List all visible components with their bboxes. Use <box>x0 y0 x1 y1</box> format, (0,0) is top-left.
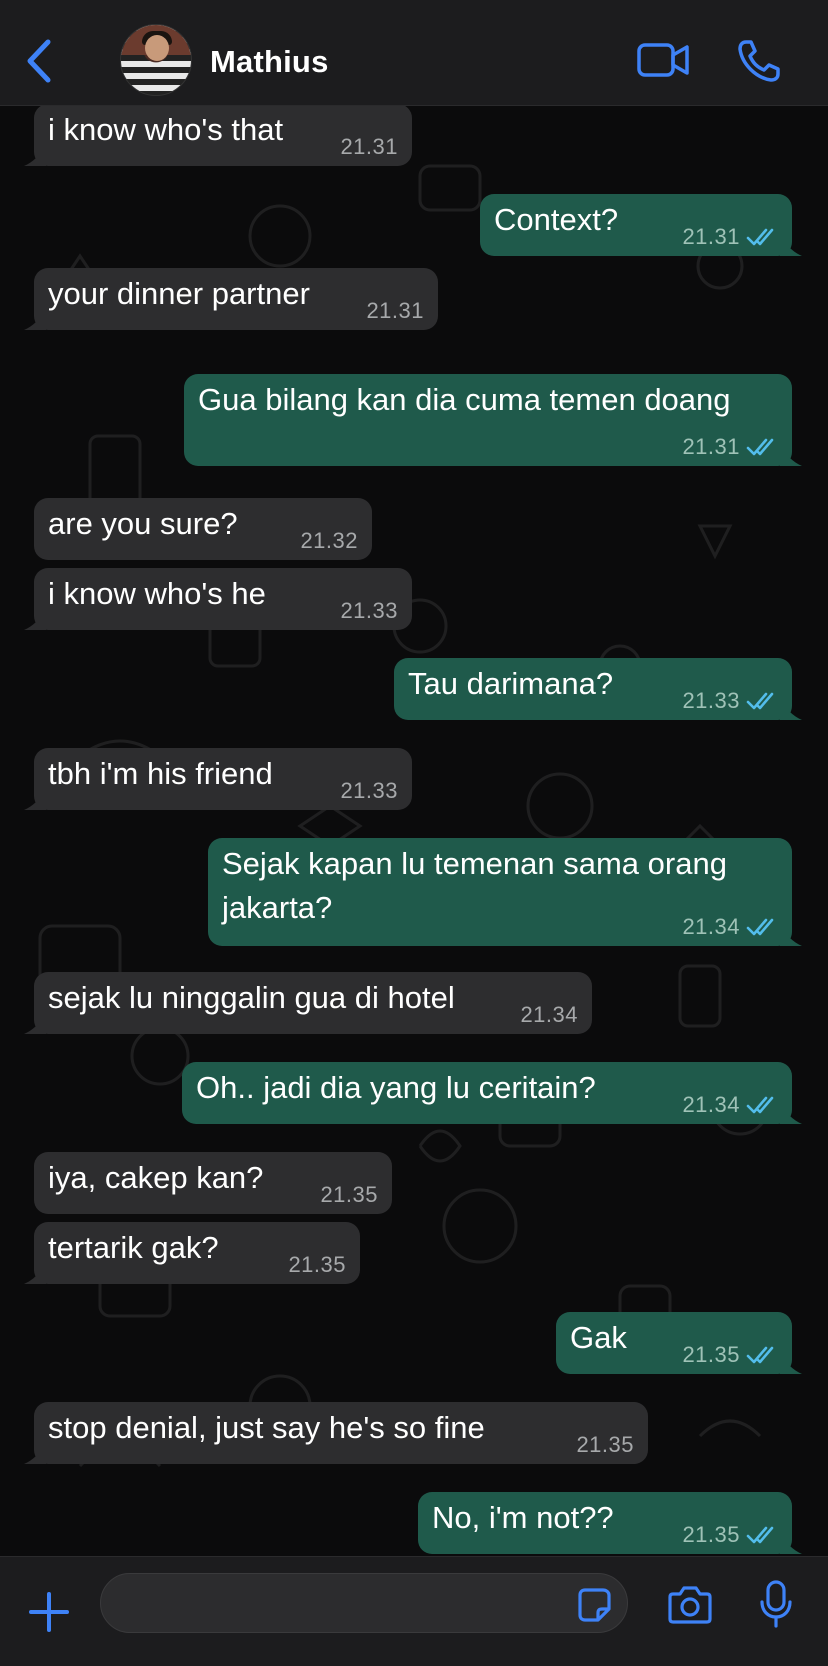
incoming-message-bubble[interactable]: stop denial, just say he's so fine 21.35 <box>24 1402 648 1464</box>
message-meta: 21.32 <box>300 528 358 554</box>
camera-icon[interactable] <box>666 1585 714 1625</box>
bubble-tail <box>24 1262 46 1284</box>
message-meta: 21.33 <box>340 598 398 624</box>
message-meta: 21.35 <box>288 1252 346 1278</box>
bubble-tail <box>780 234 802 256</box>
bubble-tail <box>24 788 46 810</box>
message-time: 21.33 <box>340 598 398 623</box>
video-camera-icon[interactable] <box>636 40 690 80</box>
sticker-icon[interactable] <box>574 1585 614 1625</box>
chat-area[interactable]: i know who's that 21.31 Context? 21.31 your … <box>0 106 828 1556</box>
bubble-tail <box>780 698 802 720</box>
outgoing-message-bubble[interactable]: Context? 21.31 <box>480 194 802 256</box>
bubble-tail <box>24 308 46 330</box>
bubble-tail <box>780 1102 802 1124</box>
double-check-icon <box>746 692 774 710</box>
message-time: 21.31 <box>682 434 740 459</box>
message-meta: 21.31 <box>682 224 778 250</box>
message-text: Gua bilang kan dia cuma temen doang <box>198 382 731 417</box>
message-meta: 21.34 <box>682 914 778 940</box>
incoming-message-bubble[interactable]: sejak lu ninggalin gua di hotel 21.34 <box>24 972 592 1034</box>
message-time: 21.31 <box>340 134 398 159</box>
message-meta: 21.34 <box>682 1092 778 1118</box>
message-time: 21.31 <box>366 298 424 323</box>
message-time: 21.33 <box>682 688 740 713</box>
message-time: 21.32 <box>300 528 358 553</box>
message-time: 21.35 <box>682 1522 740 1547</box>
avatar[interactable] <box>120 24 192 96</box>
incoming-message-bubble[interactable]: i know who's he 21.33 <box>24 568 412 630</box>
message-input[interactable] <box>100 1573 628 1633</box>
outgoing-message-bubble[interactable]: Gua bilang kan dia cuma temen doang 21.31 <box>184 374 802 466</box>
bubble-tail <box>780 1352 802 1374</box>
bubble-tail <box>780 444 802 466</box>
microphone-icon[interactable] <box>758 1579 794 1629</box>
incoming-message-bubble[interactable]: your dinner partner 21.31 <box>24 268 438 330</box>
bubble-tail <box>24 1012 46 1034</box>
message-meta: 21.33 <box>682 688 778 714</box>
message-text: stop denial, just say he's so fine <box>48 1410 485 1445</box>
incoming-message-bubble[interactable]: iya, cakep kan? 21.35 <box>34 1152 392 1214</box>
bubble-tail <box>24 1442 46 1464</box>
double-check-icon <box>746 438 774 456</box>
contact-name[interactable]: Mathius <box>210 44 329 80</box>
outgoing-message-bubble[interactable]: No, i'm not?? 21.35 <box>418 1492 802 1554</box>
message-meta: 21.35 <box>682 1522 778 1548</box>
outgoing-message-bubble[interactable]: Oh.. jadi dia yang lu ceritain? 21.34 <box>182 1062 802 1124</box>
message-meta: 21.34 <box>520 1002 578 1028</box>
plus-icon[interactable] <box>28 1591 70 1633</box>
outgoing-message-bubble[interactable]: Gak 21.35 <box>556 1312 802 1374</box>
phone-icon[interactable] <box>736 38 782 84</box>
bubble-tail <box>780 924 802 946</box>
double-check-icon <box>746 1526 774 1544</box>
bubble-tail <box>780 1532 802 1554</box>
bubble-tail <box>24 608 46 630</box>
message-time: 21.31 <box>682 224 740 249</box>
message-meta: 21.33 <box>340 778 398 804</box>
message-meta: 21.35 <box>576 1432 634 1458</box>
double-check-icon <box>746 228 774 246</box>
outgoing-message-bubble[interactable]: Sejak kapan lu temenan sama orang jakart… <box>208 838 802 946</box>
chevron-left-icon[interactable] <box>22 36 56 86</box>
message-time: 21.35 <box>288 1252 346 1277</box>
outgoing-message-bubble[interactable]: Tau darimana? 21.33 <box>394 658 802 720</box>
message-time: 21.35 <box>576 1432 634 1457</box>
message-time: 21.35 <box>320 1182 378 1207</box>
incoming-message-bubble[interactable]: i know who's that 21.31 <box>24 106 412 166</box>
message-meta: 21.31 <box>340 134 398 160</box>
message-time: 21.34 <box>520 1002 578 1027</box>
incoming-message-bubble[interactable]: are you sure? 21.32 <box>34 498 372 560</box>
bubble-tail <box>24 144 46 166</box>
message-meta: 21.31 <box>682 434 778 460</box>
message-time: 21.34 <box>682 1092 740 1117</box>
double-check-icon <box>746 1096 774 1114</box>
double-check-icon <box>746 1346 774 1364</box>
incoming-message-bubble[interactable]: tertarik gak? 21.35 <box>24 1222 360 1284</box>
message-time: 21.35 <box>682 1342 740 1367</box>
double-check-icon <box>746 918 774 936</box>
message-time: 21.34 <box>682 914 740 939</box>
message-text: sejak lu ninggalin gua di hotel <box>48 980 455 1015</box>
message-meta: 21.35 <box>320 1182 378 1208</box>
incoming-message-bubble[interactable]: tbh i'm his friend 21.33 <box>24 748 412 810</box>
chat-header: Mathius <box>0 0 828 106</box>
composer-bar <box>0 1556 828 1666</box>
message-meta: 21.31 <box>366 298 424 324</box>
message-time: 21.33 <box>340 778 398 803</box>
message-meta: 21.35 <box>682 1342 778 1368</box>
